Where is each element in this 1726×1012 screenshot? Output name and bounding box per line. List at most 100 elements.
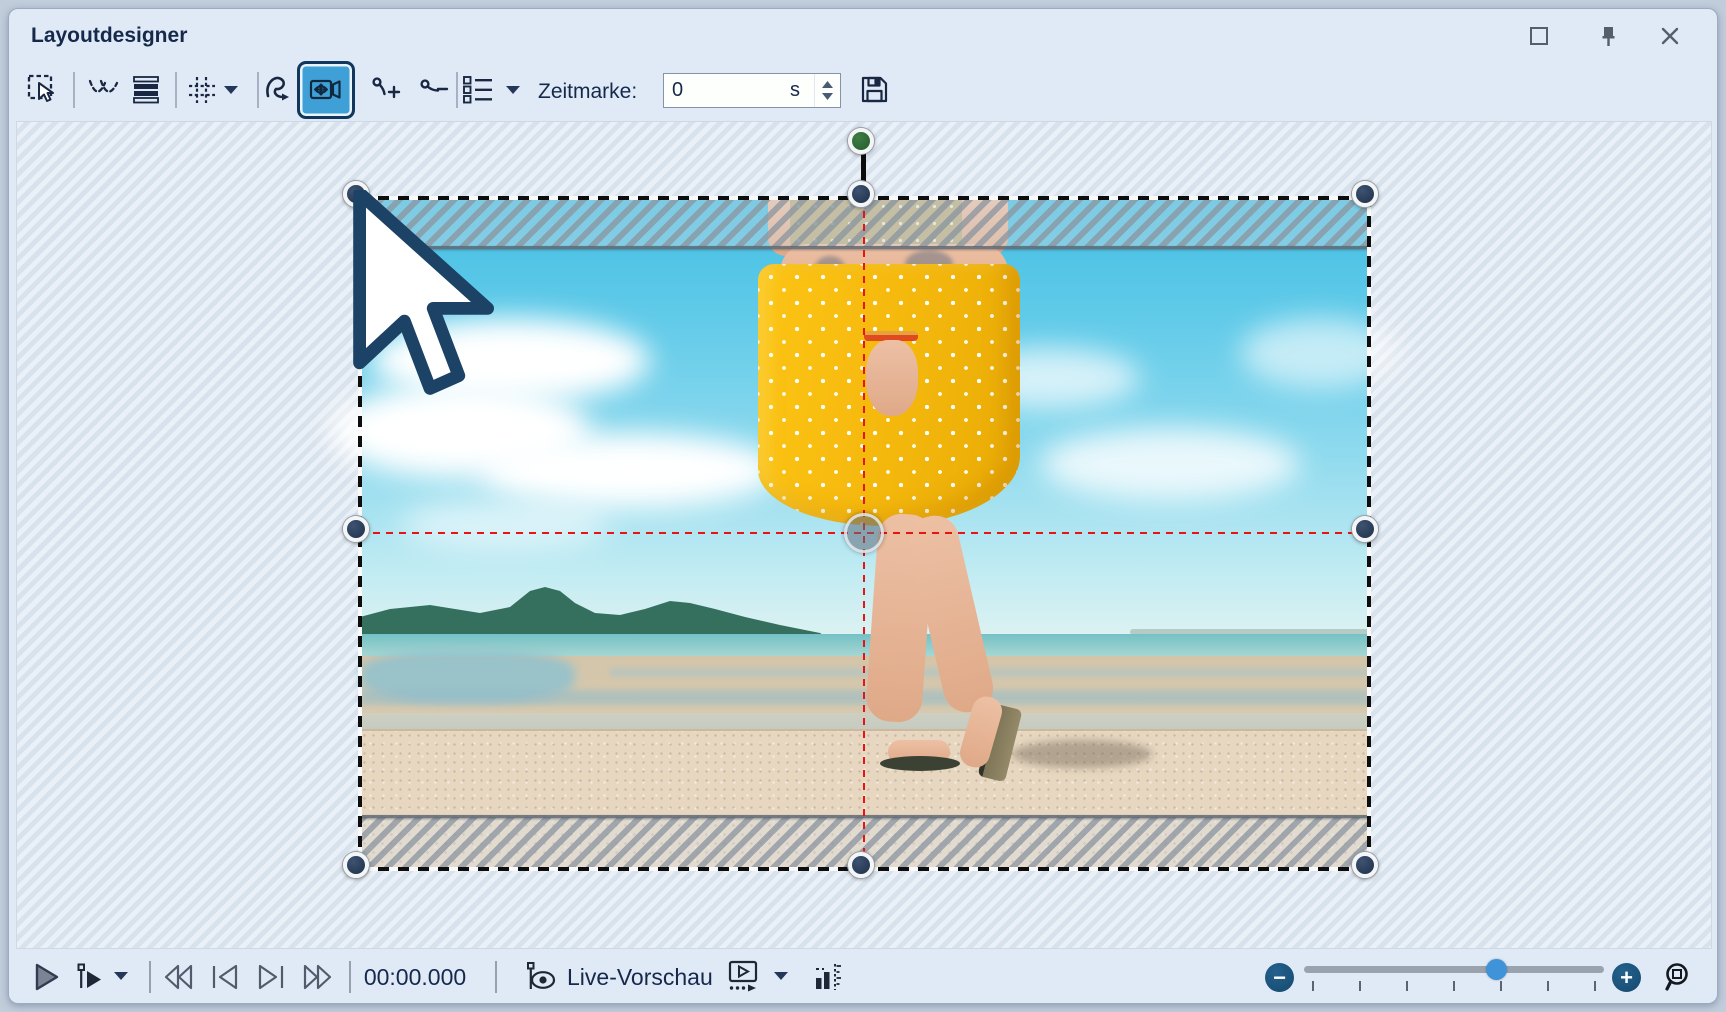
scale-ruler-icon bbox=[812, 961, 842, 993]
chevron-down-icon bbox=[506, 85, 520, 95]
play-icon bbox=[32, 962, 62, 992]
main-toolbar: Zeitmarke: s bbox=[9, 59, 1717, 121]
photo-object[interactable] bbox=[330, 128, 1400, 878]
spinner-down-icon bbox=[822, 93, 833, 100]
live-preview-label: Live-Vorschau bbox=[567, 964, 713, 990]
toolbar-separator bbox=[175, 72, 177, 108]
toolbar-separator bbox=[73, 72, 75, 108]
close-button[interactable] bbox=[1657, 23, 1683, 49]
title-bar[interactable]: Layoutdesigner bbox=[9, 9, 1717, 59]
fast-forward-icon bbox=[301, 962, 333, 992]
motion-curve-icon bbox=[264, 72, 300, 108]
next-frame-icon bbox=[255, 962, 287, 992]
skip-to-start-icon bbox=[163, 962, 195, 992]
slider-tick bbox=[1547, 981, 1549, 991]
chevron-down-icon bbox=[114, 971, 128, 981]
slider-tick bbox=[1359, 981, 1361, 991]
skip-to-start-button[interactable] bbox=[159, 957, 199, 997]
window-title: Layoutdesigner bbox=[31, 24, 188, 47]
path-tool-button[interactable] bbox=[83, 67, 125, 113]
previous-frame-button[interactable] bbox=[205, 957, 245, 997]
slider-tick bbox=[1312, 981, 1314, 991]
transport-bar: 00:00.000 Live-Vorschau − + bbox=[9, 949, 1717, 1005]
timemark-label: Zeitmarke: bbox=[538, 80, 638, 103]
next-frame-button[interactable] bbox=[251, 957, 291, 997]
zoom-slider-ticks bbox=[1304, 981, 1604, 991]
resize-handle-top-right[interactable] bbox=[1352, 181, 1378, 207]
timemark-input[interactable] bbox=[664, 79, 790, 102]
camera-pan-icon bbox=[308, 72, 344, 108]
zoom-out-button[interactable]: − bbox=[1265, 963, 1294, 992]
play-button[interactable] bbox=[27, 957, 67, 997]
scale-display-button[interactable] bbox=[807, 957, 847, 997]
live-preview-pin-eye-icon bbox=[526, 961, 560, 993]
zoom-slider-track[interactable] bbox=[1304, 959, 1604, 980]
zoom-fit-magnifier-icon bbox=[1663, 961, 1695, 993]
preview-window-play-icon bbox=[727, 960, 759, 994]
person-flipflop-flat bbox=[880, 756, 960, 771]
zoom-in-button[interactable]: + bbox=[1612, 963, 1641, 992]
center-handle[interactable] bbox=[844, 513, 884, 553]
grid-button[interactable] bbox=[181, 67, 223, 113]
mouse-cursor-graphic bbox=[353, 190, 494, 395]
resize-handle-bottom-right[interactable] bbox=[1352, 852, 1378, 878]
chevron-down-icon bbox=[774, 971, 788, 981]
close-icon bbox=[1659, 25, 1681, 47]
slider-tick bbox=[1594, 981, 1596, 991]
slider-tick bbox=[1453, 981, 1455, 991]
maximize-button[interactable] bbox=[1526, 23, 1552, 49]
add-keyframe-icon bbox=[368, 72, 404, 108]
pin-icon bbox=[1597, 25, 1619, 47]
transport-separator bbox=[149, 961, 151, 993]
slider-tick bbox=[1500, 981, 1502, 991]
toolbar-separator bbox=[257, 72, 259, 108]
zoom-slider-thumb[interactable] bbox=[1486, 959, 1507, 980]
fast-forward-button[interactable] bbox=[297, 957, 337, 997]
save-icon bbox=[858, 73, 892, 107]
select-tool-icon bbox=[26, 73, 60, 107]
stack-order-icon bbox=[129, 73, 163, 107]
transport-separator bbox=[495, 961, 497, 993]
rotation-handle[interactable] bbox=[848, 128, 874, 154]
live-preview-button[interactable] bbox=[523, 957, 563, 997]
slider-tick bbox=[1406, 981, 1408, 991]
maximize-icon bbox=[1528, 25, 1550, 47]
preview-options-dropdown[interactable] bbox=[771, 969, 791, 983]
time-display: 00:00.000 bbox=[363, 964, 467, 990]
grid-dropdown-button[interactable] bbox=[221, 83, 241, 97]
zoom-fit-button[interactable] bbox=[1659, 957, 1699, 997]
preview-window-button[interactable] bbox=[723, 957, 763, 997]
pin-button[interactable] bbox=[1595, 23, 1621, 49]
select-tool-button[interactable] bbox=[22, 67, 64, 113]
photo-hills bbox=[360, 587, 830, 639]
play-from-timemark-icon bbox=[76, 962, 106, 992]
path-curves-icon bbox=[87, 73, 121, 107]
person-hand bbox=[866, 340, 918, 416]
stack-order-button[interactable] bbox=[125, 67, 167, 113]
resize-handle-middle-left[interactable] bbox=[343, 516, 369, 542]
camera-pan-button[interactable] bbox=[297, 61, 355, 119]
layout-canvas[interactable] bbox=[16, 121, 1712, 949]
spinner-up-icon bbox=[822, 81, 833, 88]
remove-keyframe-icon bbox=[416, 72, 452, 108]
object-list-icon bbox=[461, 73, 495, 107]
timemark-spinner[interactable] bbox=[814, 74, 840, 107]
add-keyframe-button[interactable] bbox=[365, 67, 407, 113]
timemark-unit: s bbox=[790, 79, 800, 101]
grid-icon bbox=[185, 73, 219, 107]
resize-handle-top-center[interactable] bbox=[848, 181, 874, 207]
remove-keyframe-button[interactable] bbox=[413, 67, 455, 113]
layoutdesigner-window: Layoutdesigner Zeitmarke: 0 s 00:00.000 … bbox=[8, 8, 1718, 1004]
play-from-timemark-button[interactable] bbox=[71, 957, 111, 997]
object-list-dropdown-button[interactable] bbox=[503, 83, 523, 97]
object-list-button[interactable] bbox=[457, 67, 499, 113]
save-button[interactable] bbox=[854, 69, 896, 111]
resize-handle-bottom-center[interactable] bbox=[848, 852, 874, 878]
previous-frame-icon bbox=[209, 962, 241, 992]
person-shadow bbox=[1012, 740, 1152, 768]
resize-handle-middle-right[interactable] bbox=[1352, 516, 1378, 542]
chevron-down-icon bbox=[224, 85, 238, 95]
play-options-dropdown[interactable] bbox=[111, 969, 131, 983]
timemark-field: s bbox=[663, 73, 841, 108]
resize-handle-bottom-left[interactable] bbox=[343, 852, 369, 878]
